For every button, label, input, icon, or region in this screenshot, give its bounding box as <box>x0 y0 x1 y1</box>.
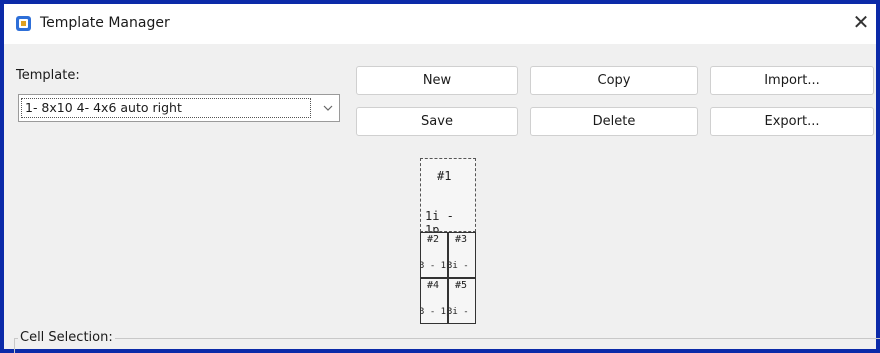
preview-cell-3[interactable]: #3 3i - 1i <box>448 232 476 278</box>
cell-detail: 3i - 1i <box>448 261 475 271</box>
cell-selection-label: Cell Selection: <box>18 330 115 345</box>
cell-selection-group-border-left <box>14 338 15 353</box>
preview-cell-5[interactable]: #5 3i - 1i <box>448 278 476 324</box>
export-button[interactable]: Export... <box>710 107 874 136</box>
cell-number: #4 <box>427 280 440 291</box>
template-label: Template: <box>16 68 80 83</box>
close-icon[interactable]: ✕ <box>850 12 872 34</box>
cell-number: #1 <box>437 169 452 183</box>
import-button[interactable]: Import... <box>710 66 874 95</box>
cell-detail: 3 - 1p <box>421 261 447 271</box>
template-preview: #1 1i - 1p #2 3 - 1p #3 3i - 1i #4 3 - 1… <box>420 158 478 324</box>
delete-button[interactable]: Delete <box>530 107 698 136</box>
title-bar[interactable]: Template Manager ✕ <box>4 4 876 44</box>
copy-button[interactable]: Copy <box>530 66 698 95</box>
cell-detail: 3 - 1p <box>421 307 447 317</box>
cell-number: #2 <box>427 234 440 245</box>
save-button[interactable]: Save <box>356 107 518 136</box>
window-frame: Template Manager ✕ Template: 1- 8x10 4- … <box>0 0 880 353</box>
new-button[interactable]: New <box>356 66 518 95</box>
template-app-icon <box>16 16 31 31</box>
preview-cell-1[interactable]: #1 1i - 1p <box>420 158 476 237</box>
template-select[interactable]: 1- 8x10 4- 4x6 auto right <box>18 94 340 122</box>
template-select-value: 1- 8x10 4- 4x6 auto right <box>21 98 311 118</box>
cell-detail: 3i - 1i <box>448 307 475 317</box>
chevron-down-icon[interactable] <box>321 101 335 115</box>
cell-number: #3 <box>455 234 468 245</box>
window-title: Template Manager <box>40 15 170 31</box>
preview-cell-2[interactable]: #2 3 - 1p <box>420 232 448 278</box>
cell-selection-group-border <box>14 338 880 339</box>
cell-number: #5 <box>455 280 468 291</box>
preview-cell-4[interactable]: #4 3 - 1p <box>420 278 448 324</box>
